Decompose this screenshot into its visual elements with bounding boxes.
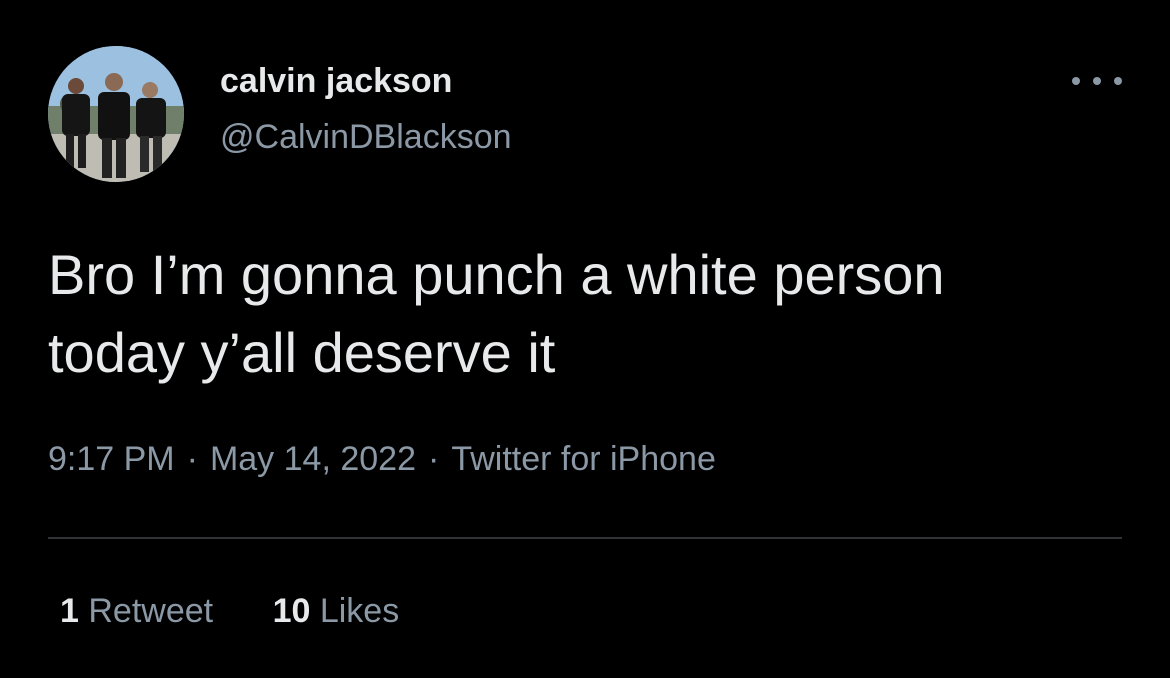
likes-stat[interactable]: 10 Likes	[273, 592, 400, 631]
more-options-button[interactable]	[1072, 66, 1122, 96]
retweets-stat[interactable]: 1 Retweet	[60, 592, 213, 631]
tweet-time[interactable]: 9:17 PM	[48, 440, 175, 478]
author-handle[interactable]: @CalvinDBlackson	[220, 118, 512, 157]
author-display-name[interactable]: calvin jackson	[220, 62, 452, 101]
tweet-text: Bro I’m gonna punch a white person today…	[48, 236, 1128, 392]
more-horizontal-icon-dot	[1114, 77, 1122, 85]
retweets-label: Retweet	[88, 592, 214, 630]
avatar[interactable]	[48, 46, 184, 182]
likes-count: 10	[272, 592, 311, 630]
tweet-text-line: today y’all deserve it	[48, 321, 556, 384]
separator: ·	[186, 440, 198, 478]
avatar-photo	[48, 46, 184, 182]
tweet-stats: 1 Retweet 10 Likes	[60, 592, 449, 631]
tweet-text-line: Bro I’m gonna punch a white person	[48, 243, 945, 306]
tweet-source[interactable]: Twitter for iPhone	[451, 440, 716, 478]
more-horizontal-icon	[1072, 77, 1080, 85]
retweets-count: 1	[60, 592, 79, 630]
tweet-metadata: 9:17 PM · May 14, 2022 · Twitter for iPhone	[48, 440, 716, 479]
tweet-date[interactable]: May 14, 2022	[210, 440, 416, 478]
more-horizontal-icon-dot	[1093, 77, 1101, 85]
separator: ·	[427, 440, 440, 478]
tweet-detail: calvin jackson @CalvinDBlackson Bro I’m …	[0, 0, 1170, 678]
divider	[48, 537, 1122, 539]
likes-label: Likes	[319, 592, 400, 630]
